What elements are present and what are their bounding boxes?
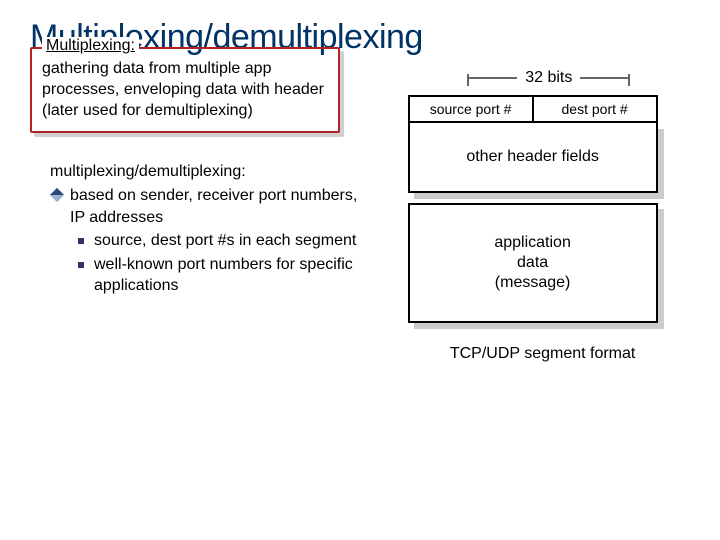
- list-level1: based on sender, receiver port numbers, …: [50, 185, 358, 297]
- list-level2: source, dest port #s in each segment wel…: [78, 230, 358, 297]
- dimension-line-right: [580, 77, 630, 79]
- left-column: Multiplexing: gathering data from multip…: [30, 51, 358, 363]
- port-row: source port # dest port #: [408, 95, 658, 123]
- diamond-bullet-icon: [50, 188, 64, 202]
- list-heading: multiplexing/demultiplexing:: [50, 161, 358, 183]
- list-item-text: based on sender, receiver port numbers, …: [70, 185, 358, 228]
- source-port-cell: source port #: [408, 95, 534, 123]
- list-subitem-text: well-known port numbers for specific app…: [94, 254, 358, 297]
- multiplexing-body-text: gathering data from multiple app process…: [42, 59, 328, 121]
- segment-figure: source port # dest port # other header f…: [408, 95, 658, 323]
- dest-port-cell: dest port #: [534, 95, 658, 123]
- multiplexing-definition-box: Multiplexing: gathering data from multip…: [30, 47, 340, 133]
- square-bullet-icon: [78, 238, 84, 244]
- bullet-list: multiplexing/demultiplexing: based on se…: [50, 161, 358, 297]
- bits-width-indicator: 32 bits: [408, 69, 690, 87]
- other-header-row: other header fields: [408, 123, 658, 193]
- bits-label: 32 bits: [525, 69, 572, 87]
- right-column: 32 bits source port # dest port # other …: [388, 51, 690, 363]
- data-payload-cell: application data (message): [408, 203, 658, 323]
- list-item: based on sender, receiver port numbers, …: [52, 185, 358, 228]
- other-header-cell: other header fields: [408, 123, 658, 193]
- list-subitem: source, dest port #s in each segment: [78, 230, 358, 252]
- data-payload-row: application data (message): [408, 203, 658, 323]
- slide: Multiplexing/demultiplexing Multiplexing…: [0, 0, 720, 540]
- list-subitem: well-known port numbers for specific app…: [78, 254, 358, 297]
- dimension-line-left: [467, 77, 517, 79]
- square-bullet-icon: [78, 262, 84, 268]
- figure-caption: TCP/UDP segment format: [408, 345, 678, 363]
- multiplexing-legend: Multiplexing:: [42, 37, 139, 55]
- list-subitem-text: source, dest port #s in each segment: [94, 230, 356, 252]
- two-column-layout: Multiplexing: gathering data from multip…: [30, 51, 690, 363]
